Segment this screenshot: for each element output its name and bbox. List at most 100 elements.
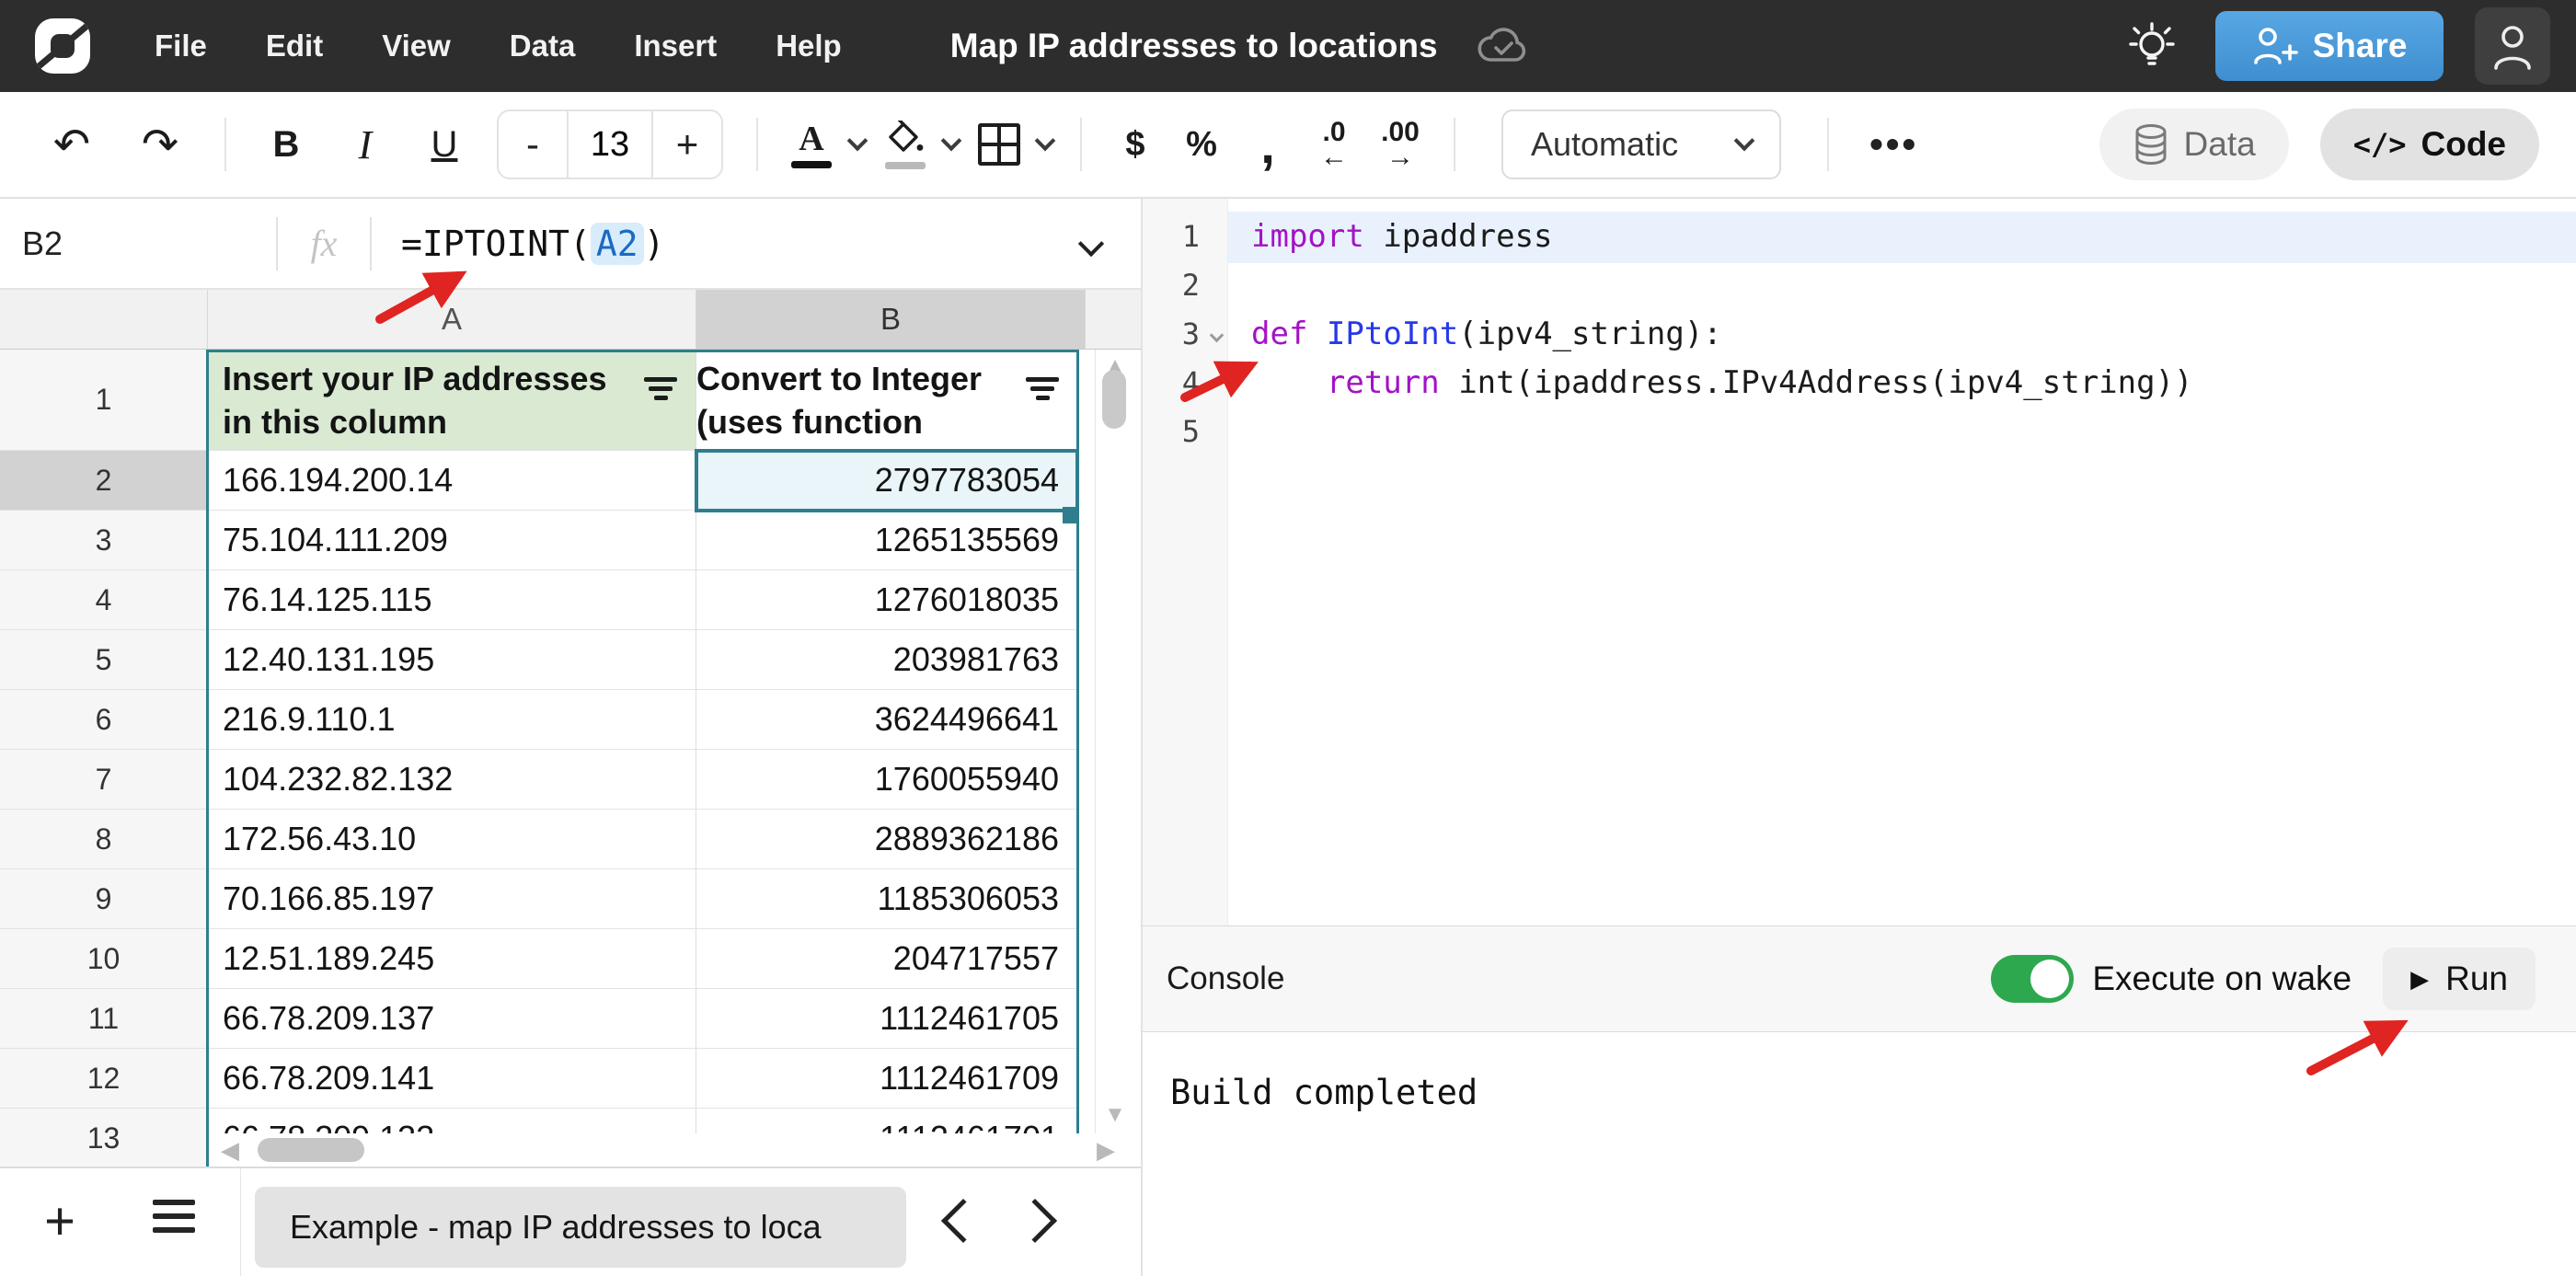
row-header-8[interactable]: 8 [0,810,208,869]
formula-bar-expand-chevron-icon[interactable] [1078,230,1104,256]
menu-file[interactable]: File [134,16,227,76]
cell-b4[interactable]: 1276018035 [696,570,1077,630]
cell-b12[interactable]: 1112461709 [696,1049,1077,1109]
cell-b2[interactable]: 2797783054 [696,451,1077,511]
code-editor[interactable]: import ipaddress def IPtoInt(ipv4_string)… [1228,213,2576,456]
database-icon [2133,123,2169,166]
font-size-decrease-button[interactable]: - [499,111,567,178]
cell-b8[interactable]: 2889362186 [696,810,1077,869]
cell-reference-box[interactable]: B2 [22,224,276,263]
column-header-b[interactable]: B [696,290,1086,350]
row-header-2[interactable]: 2 [0,451,208,511]
cell-a2[interactable]: 166.194.200.14 [208,451,696,511]
next-sheet-chevron-icon[interactable] [1013,1199,1057,1243]
share-button[interactable]: Share [2215,11,2444,81]
currency-format-button[interactable]: $ [1102,109,1168,180]
formula-input[interactable]: =IPTOINT(A2) [401,223,665,265]
fill-color-dropdown-chevron-icon[interactable] [941,131,962,152]
menu-help[interactable]: Help [755,16,862,76]
user-avatar-button[interactable] [2475,7,2550,85]
scroll-left-arrow-icon[interactable]: ◀ [221,1136,239,1165]
cell-b6[interactable]: 3624496641 [696,690,1077,750]
decrease-decimals-button[interactable]: .0← [1301,109,1367,180]
cell-a1[interactable]: Insert your IP addressesin this column [208,350,696,451]
row-header-6[interactable]: 6 [0,690,208,750]
code-line-4[interactable]: return int(ipaddress.IPv4Address(ipv4_st… [1228,359,2576,408]
feedback-lightbulb-icon[interactable] [2120,14,2184,78]
cell-a5[interactable]: 12.40.131.195 [208,630,696,690]
code-button[interactable]: </> Code [2320,109,2539,180]
column-header-filler [1086,290,1141,350]
cell-b3[interactable]: 1265135569 [696,511,1077,570]
scroll-right-arrow-icon[interactable]: ▶ [1097,1136,1115,1165]
execute-on-wake-toggle[interactable] [1991,955,2074,1003]
comma-format-button[interactable]: , [1235,109,1301,180]
run-button[interactable]: ▶ Run [2383,948,2536,1010]
more-options-button[interactable]: ••• [1849,122,1938,167]
cell-b5[interactable]: 203981763 [696,630,1077,690]
scroll-down-arrow-icon[interactable]: ▼ [1096,1102,1134,1128]
code-line-3[interactable]: def IPtoInt(ipv4_string): [1228,310,2576,359]
borders-dropdown-chevron-icon[interactable] [1035,131,1056,152]
previous-sheet-chevron-icon[interactable] [941,1199,985,1243]
row-header-1[interactable]: 1 [0,350,208,451]
cell-b9[interactable]: 1185306053 [696,869,1077,929]
cell-a4[interactable]: 76.14.125.115 [208,570,696,630]
select-all-corner[interactable] [0,290,208,350]
row-header-13[interactable]: 13 [0,1109,208,1167]
increase-decimals-button[interactable]: .00→ [1367,109,1433,180]
horizontal-scrollbar-thumb[interactable] [258,1138,364,1162]
bold-button[interactable]: B [247,109,326,180]
cell-a3[interactable]: 75.104.111.209 [208,511,696,570]
data-button[interactable]: Data [2099,109,2289,180]
row-header-10[interactable]: 10 [0,929,208,989]
filter-icon[interactable] [1026,377,1059,400]
text-color-button[interactable]: A [778,109,845,180]
font-size-value[interactable]: 13 [567,111,653,178]
row-header-11[interactable]: 11 [0,989,208,1049]
code-line-1[interactable]: import ipaddress [1228,213,2576,261]
cell-a9[interactable]: 70.166.85.197 [208,869,696,929]
undo-button[interactable]: ↶ [28,109,116,180]
cell-a8[interactable]: 172.56.43.10 [208,810,696,869]
row-header-5[interactable]: 5 [0,630,208,690]
row-header-9[interactable]: 9 [0,869,208,929]
text-color-dropdown-chevron-icon[interactable] [847,131,868,152]
menu-insert[interactable]: Insert [614,16,737,76]
sheet-menu-icon[interactable] [153,1200,195,1233]
fold-chevron-icon[interactable] [1210,328,1225,343]
add-sheet-button[interactable]: + [28,1189,92,1253]
code-line-5[interactable] [1228,408,2576,456]
redo-button[interactable]: ↷ [116,109,204,180]
row-header-3[interactable]: 3 [0,511,208,570]
cell-a10[interactable]: 12.51.189.245 [208,929,696,989]
quadratic-logo-icon[interactable] [35,18,90,74]
spreadsheet-grid[interactable]: A B 1Insert your IP addressesin this col… [0,290,1141,1167]
filter-icon[interactable] [644,377,677,400]
column-header-a[interactable]: A [208,290,696,350]
cell-b1[interactable]: Convert to Integer(uses function [696,350,1077,451]
font-size-increase-button[interactable]: + [653,111,721,178]
menu-data[interactable]: Data [489,16,596,76]
cell-b7[interactable]: 1760055940 [696,750,1077,810]
fill-color-button[interactable] [872,109,938,180]
cell-b11[interactable]: 1112461705 [696,989,1077,1049]
borders-button[interactable] [966,109,1032,180]
italic-button[interactable]: I [326,109,405,180]
number-format-select[interactable]: Automatic [1501,109,1781,179]
percent-format-button[interactable]: % [1168,109,1235,180]
cell-b10[interactable]: 204717557 [696,929,1077,989]
row-header-4[interactable]: 4 [0,570,208,630]
underline-button[interactable]: U [405,109,484,180]
cell-a6[interactable]: 216.9.110.1 [208,690,696,750]
sheet-tab[interactable]: Example - map IP addresses to loca [255,1187,906,1268]
cell-a7[interactable]: 104.232.82.132 [208,750,696,810]
menu-view[interactable]: View [362,16,471,76]
menu-edit[interactable]: Edit [246,16,343,76]
cell-a11[interactable]: 66.78.209.137 [208,989,696,1049]
code-line-2[interactable] [1228,261,2576,310]
cell-a12[interactable]: 66.78.209.141 [208,1049,696,1109]
row-header-7[interactable]: 7 [0,750,208,810]
row-header-12[interactable]: 12 [0,1049,208,1109]
vertical-scrollbar-thumb[interactable] [1102,370,1126,429]
